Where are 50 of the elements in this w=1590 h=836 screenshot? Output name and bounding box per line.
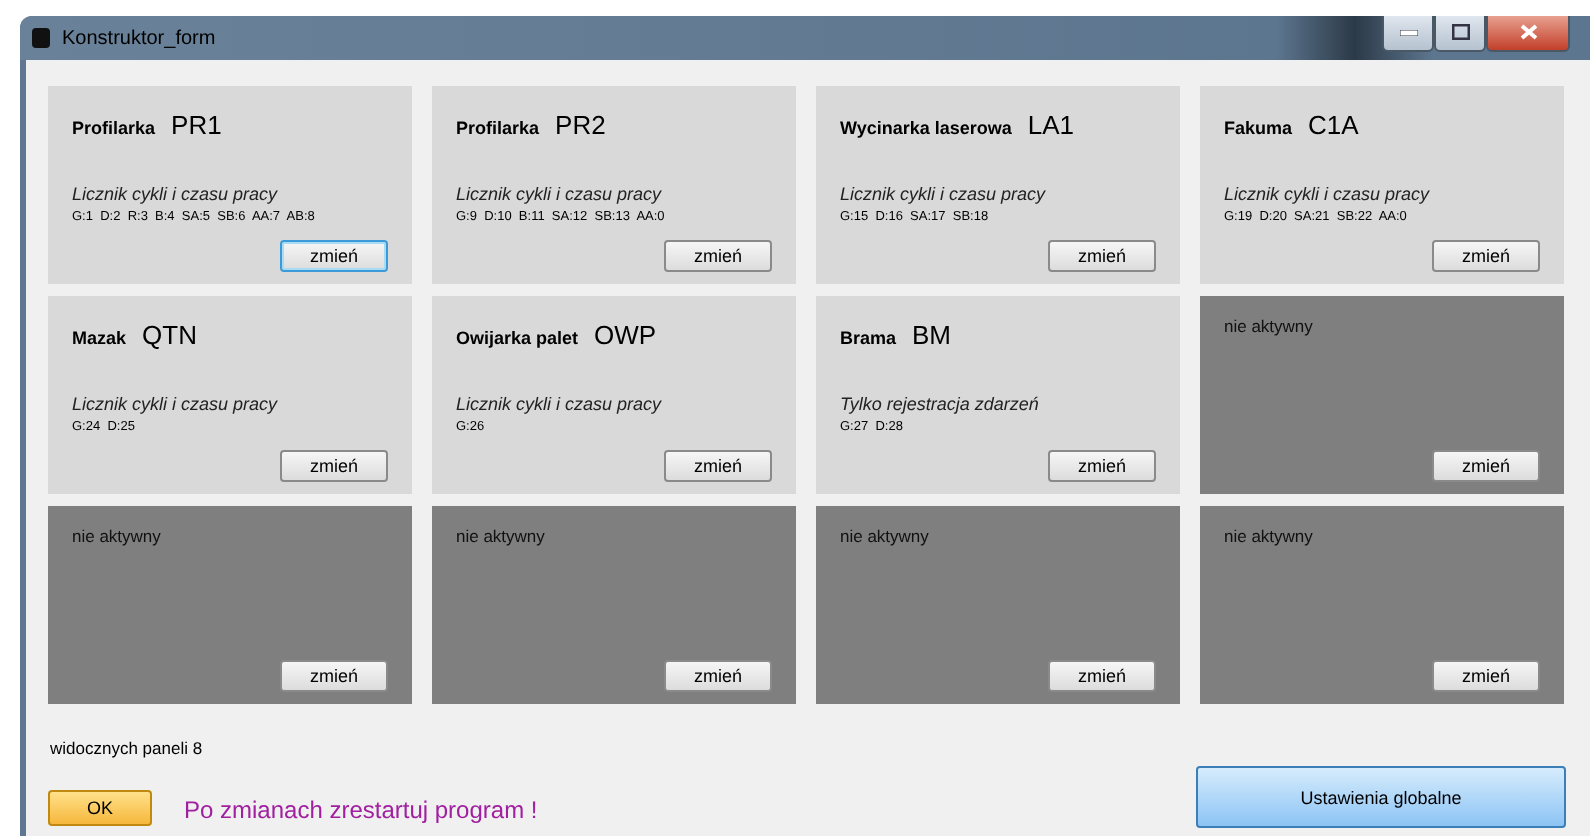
- close-button[interactable]: [1486, 16, 1570, 51]
- machine-type: Mazak: [72, 328, 127, 348]
- change-button[interactable]: zmień: [664, 450, 772, 482]
- machine-type: Owijarka palet: [456, 328, 579, 348]
- window-title: Konstruktor_form: [62, 27, 218, 49]
- change-button[interactable]: zmień: [664, 660, 772, 692]
- restart-message: Po zmianach zrestartuj program !: [184, 796, 538, 824]
- machine-code: OWP: [594, 320, 657, 350]
- visible-panels-count: widocznych paneli 8: [50, 738, 205, 758]
- change-button[interactable]: zmień: [1048, 660, 1156, 692]
- change-button[interactable]: zmień: [664, 240, 772, 272]
- change-button[interactable]: zmień: [280, 660, 388, 692]
- panel-description: Licznik cykli i czasu pracy: [840, 184, 1048, 204]
- panel-description: Licznik cykli i czasu pracy: [72, 184, 280, 204]
- machine-code: C1A: [1308, 110, 1359, 140]
- maximize-icon: [1451, 24, 1469, 40]
- machine-code: BM: [912, 320, 952, 350]
- machine-type: Wycinarka laserowa: [840, 118, 1012, 138]
- panel-description: Licznik cykli i czasu pracy: [72, 394, 280, 414]
- change-button[interactable]: zmień: [280, 450, 388, 482]
- ok-button[interactable]: OK: [48, 790, 152, 826]
- machine-type: Profilarka: [72, 118, 156, 138]
- inactive-label: nie aktywny: [1224, 526, 1315, 546]
- machine-code: LA1: [1027, 110, 1075, 140]
- machine-code: PR2: [555, 110, 606, 140]
- panel-description: Tylko rejestracja zdarzeń: [840, 394, 1041, 414]
- inactive-label: nie aktywny: [840, 526, 931, 546]
- maximize-button[interactable]: [1434, 16, 1486, 51]
- change-button[interactable]: zmień: [1432, 450, 1540, 482]
- machine-code: QTN: [142, 320, 197, 350]
- minimize-icon: [1399, 29, 1417, 35]
- inactive-label: nie aktywny: [1224, 316, 1315, 336]
- change-button[interactable]: zmień: [1432, 660, 1540, 692]
- app-icon: [32, 28, 50, 48]
- machine-type: Fakuma: [1224, 118, 1293, 138]
- machine-code: PR1: [171, 110, 222, 140]
- close-icon: [1519, 24, 1537, 40]
- change-button[interactable]: zmień: [1432, 240, 1540, 272]
- inactive-label: nie aktywny: [72, 526, 163, 546]
- change-button[interactable]: zmień: [1048, 450, 1156, 482]
- inactive-label: nie aktywny: [456, 526, 547, 546]
- machine-type: Brama: [840, 328, 897, 348]
- machine-type: Profilarka: [456, 118, 540, 138]
- global-settings-button[interactable]: Ustawienia globalne: [1196, 766, 1566, 828]
- panel-description: Licznik cykli i czasu pracy: [456, 394, 664, 414]
- change-button[interactable]: zmień: [280, 240, 388, 272]
- panel-description: Licznik cykli i czasu pracy: [456, 184, 664, 204]
- minimize-button[interactable]: [1382, 16, 1434, 51]
- panel-description: Licznik cykli i czasu pracy: [1224, 184, 1432, 204]
- change-button[interactable]: zmień: [1048, 240, 1156, 272]
